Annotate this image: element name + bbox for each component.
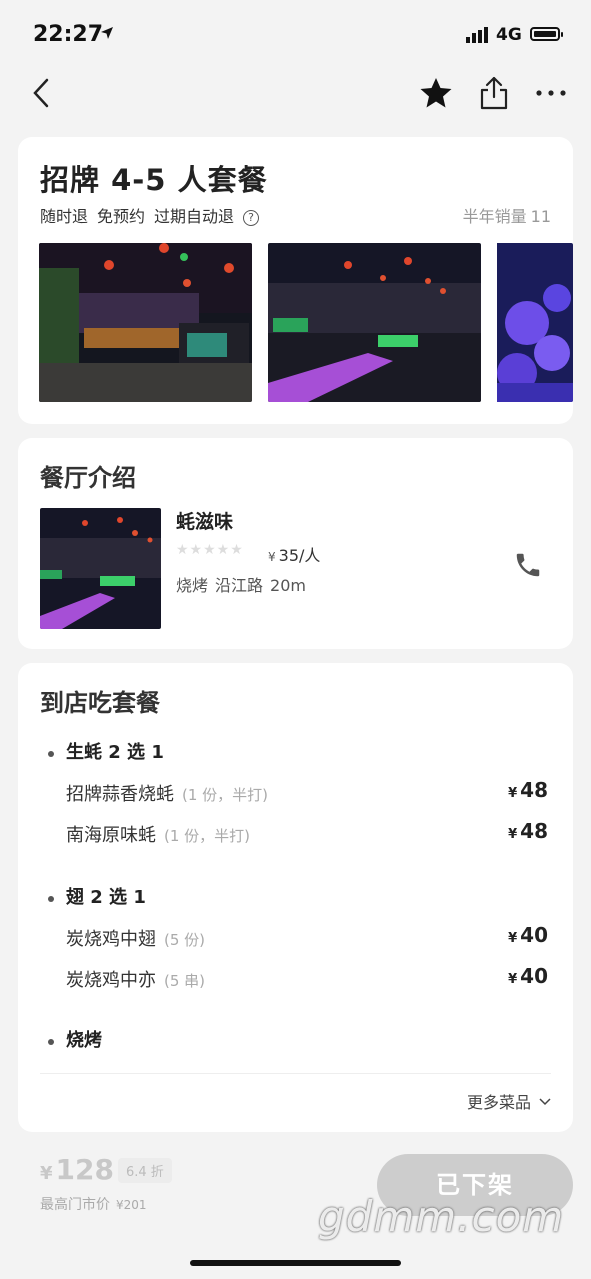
menu-item-price-value: 48 (520, 778, 548, 802)
divider (40, 1073, 551, 1074)
restaurant-name: 蚝滋味 (176, 511, 234, 533)
menu-item-price-value: 40 (520, 923, 548, 947)
deal-price-value: 128 (55, 1153, 114, 1186)
menu-card: 到店吃套餐 生蚝 2 选 1 招牌蒜香烧蚝 (1 份，半打) ¥48 南海原味蚝 (… (18, 663, 573, 1132)
sales-count: 半年销量 11 (459, 203, 551, 227)
menu-item-name: 炭烧鸡中亦 (66, 970, 156, 991)
menu-item-name: 炭烧鸡中翅 (66, 929, 156, 950)
menu-section-title: 到店吃套餐 (40, 689, 160, 717)
location-arrow-icon (101, 27, 113, 39)
menu-item-price-value: 48 (520, 819, 548, 843)
currency-symbol: ¥ (508, 931, 518, 946)
menu-group-title: 生蚝 2 选 1 (66, 742, 164, 763)
market-price-value: ¥201 (116, 1198, 147, 1212)
menu-item: 招牌蒜香烧蚝 (1 份，半打) (66, 780, 268, 806)
menu-item: 炭烧鸡中翅 (5 份) (66, 925, 205, 951)
menu-item-price: ¥40 (508, 964, 548, 988)
help-icon[interactable]: ? (243, 210, 260, 226)
deal-photo[interactable] (39, 243, 252, 402)
currency-symbol: ¥ (268, 550, 276, 564)
group-bullet (48, 751, 54, 757)
menu-item-price-value: 40 (520, 964, 548, 988)
deal-price: ¥128 (40, 1153, 114, 1186)
more-dishes-label: 更多菜品 (466, 1093, 531, 1112)
restaurant-card[interactable]: 餐厅介绍 蚝滋味 ★★★★★ ¥35/人 烧烤 沿江路 20m (18, 438, 573, 649)
menu-item-price: ¥48 (508, 778, 548, 802)
price-per-person: ¥35/人 (268, 542, 320, 566)
menu-group-title: 翅 2 选 1 (66, 887, 146, 908)
sales-label: 半年销量 (462, 207, 527, 226)
home-indicator[interactable] (190, 1260, 401, 1266)
share-icon[interactable] (478, 75, 510, 111)
market-price-label: 最高门市价 (40, 1197, 110, 1213)
menu-item-note: (1 份，半打) (164, 827, 251, 845)
watermark: gdmm.com (318, 1192, 565, 1241)
more-dishes-button[interactable]: 更多菜品 (467, 1089, 551, 1113)
discount-badge: 6.4 折 (118, 1158, 172, 1183)
group-bullet (48, 896, 54, 902)
tag-auto-refund: 过期自动退 (154, 207, 235, 226)
status-time: 22:27 (33, 22, 104, 47)
tag-refund-anytime: 随时退 (40, 207, 89, 226)
chevron-down-icon (539, 1098, 551, 1106)
restaurant-meta: 烧烤 沿江路 20m (176, 572, 313, 596)
network-type: 4G (496, 25, 522, 45)
price-per-person-value: 35/人 (278, 546, 321, 565)
deal-photo[interactable] (268, 243, 481, 402)
star-icon[interactable] (419, 77, 453, 109)
restaurant-distance: 20m (270, 576, 306, 595)
menu-item-name: 招牌蒜香烧蚝 (66, 784, 174, 805)
menu-item-price: ¥48 (508, 819, 548, 843)
group-bullet (48, 1039, 54, 1045)
restaurant-category: 烧烤 (176, 576, 209, 595)
top-nav (0, 70, 591, 120)
sales-value: 11 (530, 207, 551, 226)
restaurant-photo[interactable] (40, 508, 161, 629)
currency-symbol: ¥ (508, 786, 518, 801)
market-price: 最高门市价 ¥201 (40, 1194, 147, 1214)
deal-photo[interactable] (497, 243, 573, 402)
more-icon[interactable] (535, 88, 567, 98)
menu-item: 南海原味蚝 (1 份，半打) (66, 821, 250, 847)
deal-title: 招牌 4-5 人套餐 (40, 163, 268, 197)
deal-tags: 随时退 免预约 过期自动退? (40, 203, 268, 227)
menu-item-note: (5 份) (164, 931, 206, 949)
rating-stars: ★★★★★ (176, 542, 244, 558)
battery-icon (530, 27, 563, 41)
phone-icon[interactable] (513, 550, 543, 580)
menu-item-note: (1 份，半打) (182, 786, 269, 804)
menu-item: 炭烧鸡中亦 (5 串) (66, 966, 205, 992)
restaurant-area: 沿江路 (215, 576, 264, 595)
back-icon[interactable] (30, 76, 52, 110)
currency-symbol: ¥ (508, 827, 518, 842)
restaurant-section-title: 餐厅介绍 (40, 464, 136, 492)
signal-icon (466, 27, 488, 43)
menu-item-price: ¥40 (508, 923, 548, 947)
currency-symbol: ¥ (40, 1163, 53, 1184)
menu-item-note: (5 串) (164, 972, 206, 990)
status-bar: 22:27 4G (0, 0, 591, 70)
currency-symbol: ¥ (508, 972, 518, 987)
menu-item-name: 南海原味蚝 (66, 825, 156, 846)
deal-card: 招牌 4-5 人套餐 随时退 免预约 过期自动退? 半年销量 11 (18, 137, 573, 424)
tag-no-reservation: 免预约 (97, 207, 146, 226)
menu-group-title: 烧烤 (66, 1030, 102, 1051)
